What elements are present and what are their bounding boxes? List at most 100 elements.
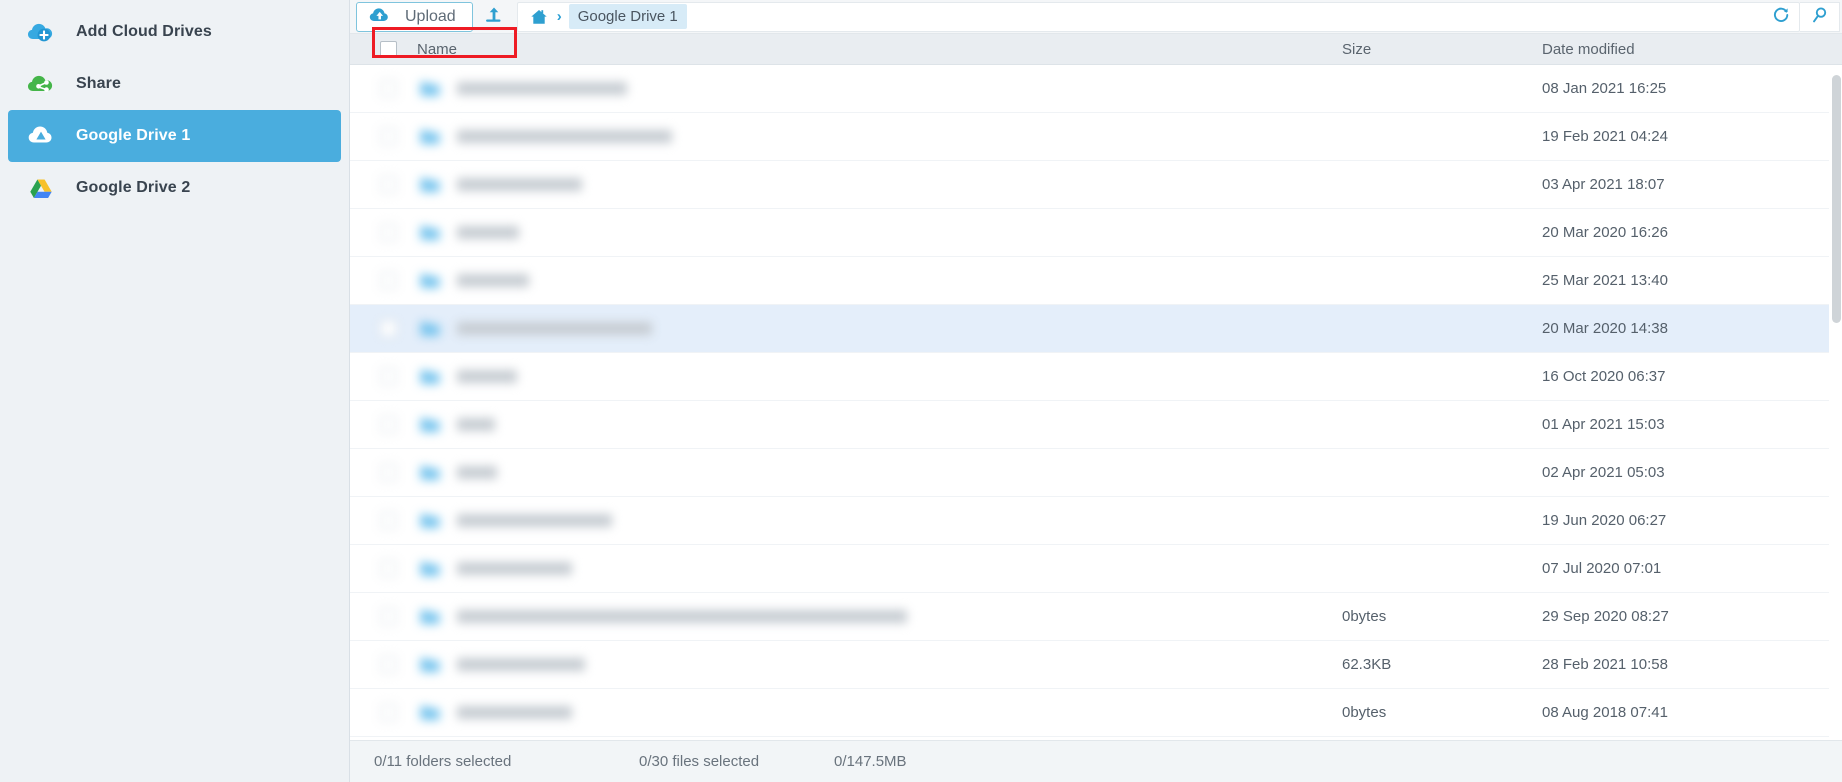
row-checkbox[interactable] xyxy=(380,320,397,337)
file-date-cell: 03 Apr 2021 18:07 xyxy=(1542,176,1665,193)
file-date-cell: 02 Apr 2021 05:03 xyxy=(1542,464,1665,481)
file-name-cell[interactable] xyxy=(350,220,1342,246)
folder-icon xyxy=(417,172,443,198)
column-header-size-label: Size xyxy=(1342,40,1372,58)
file-name-label xyxy=(457,418,495,431)
file-name-label xyxy=(457,658,585,671)
file-name-label xyxy=(457,178,582,191)
file-name-cell[interactable] xyxy=(350,700,1342,726)
cloud-file-manager-window: Add Cloud Drives Share Google Drive 1 Go… xyxy=(0,0,1842,782)
table-row[interactable]: 20 Mar 2020 14:38 xyxy=(350,305,1842,353)
row-checkbox[interactable] xyxy=(380,80,397,97)
file-name-cell[interactable] xyxy=(350,76,1342,102)
row-checkbox[interactable] xyxy=(380,656,397,673)
status-folders-selected: 0/11 folders selected xyxy=(374,753,512,770)
file-list-scrollbar[interactable] xyxy=(1829,65,1842,740)
status-files-selected: 0/30 files selected xyxy=(639,753,760,770)
file-date-cell: 07 Jul 2020 07:01 xyxy=(1542,560,1662,577)
table-row[interactable]: 0bytes 08 Aug 2018 07:41 xyxy=(350,689,1842,737)
table-row[interactable]: 19 Jun 2020 06:27 xyxy=(350,497,1842,545)
main-panel: Upload › Google Drive 1 Name Size Date m… xyxy=(350,0,1842,782)
column-header-name-label: Name xyxy=(417,40,458,58)
refresh-button[interactable] xyxy=(1763,3,1799,31)
file-size-cell: 0bytes xyxy=(1342,608,1387,625)
row-checkbox[interactable] xyxy=(380,128,397,145)
file-date-cell: 01 Apr 2021 15:03 xyxy=(1542,416,1665,433)
sidebar-item-google-drive-1[interactable]: Google Drive 1 xyxy=(8,110,341,162)
file-name-label xyxy=(457,562,572,575)
breadcrumb-bar: › Google Drive 1 xyxy=(516,1,1800,32)
table-row[interactable]: 08 Jan 2021 16:25 xyxy=(350,65,1842,113)
sidebar-item-share[interactable]: Share xyxy=(8,58,341,110)
table-row[interactable]: 19 Feb 2021 04:24 xyxy=(350,113,1842,161)
file-name-cell[interactable] xyxy=(350,556,1342,582)
folder-icon xyxy=(417,556,443,582)
row-checkbox[interactable] xyxy=(380,368,397,385)
breadcrumb-item-google-drive-1[interactable]: Google Drive 1 xyxy=(568,4,687,29)
file-name-cell[interactable] xyxy=(350,652,1342,678)
search-button[interactable] xyxy=(1800,1,1840,32)
file-date-cell: 08 Jan 2021 16:25 xyxy=(1542,80,1667,97)
row-checkbox[interactable] xyxy=(380,416,397,433)
file-date-cell: 19 Jun 2020 06:27 xyxy=(1542,512,1667,529)
select-all-checkbox[interactable] xyxy=(380,40,397,58)
home-icon[interactable] xyxy=(526,4,552,30)
column-header-date-modified[interactable]: Date modified xyxy=(1542,41,1842,58)
row-checkbox[interactable] xyxy=(380,512,397,529)
folder-icon xyxy=(417,268,443,294)
row-checkbox[interactable] xyxy=(380,560,397,577)
table-row[interactable]: 02 Apr 2021 05:03 xyxy=(350,449,1842,497)
refresh-icon xyxy=(1771,5,1791,29)
file-date-cell: 25 Mar 2021 13:40 xyxy=(1542,272,1668,289)
file-name-label xyxy=(457,82,627,95)
file-date-cell: 28 Feb 2021 10:58 xyxy=(1542,656,1668,673)
sidebar: Add Cloud Drives Share Google Drive 1 Go… xyxy=(0,0,350,782)
row-checkbox[interactable] xyxy=(380,464,397,481)
sidebar-item-label: Google Drive 2 xyxy=(76,179,191,196)
file-name-cell[interactable] xyxy=(350,268,1342,294)
row-checkbox[interactable] xyxy=(380,704,397,721)
scrollbar-thumb[interactable] xyxy=(1832,75,1841,323)
file-name-cell[interactable] xyxy=(350,508,1342,534)
file-date-cell: 19 Feb 2021 04:24 xyxy=(1542,128,1668,145)
file-date-cell: 20 Mar 2020 16:26 xyxy=(1542,224,1668,241)
folder-icon xyxy=(417,316,443,342)
file-date-cell: 08 Aug 2018 07:41 xyxy=(1542,704,1668,721)
table-row[interactable]: 0bytes 29 Sep 2020 08:27 xyxy=(350,593,1842,641)
folder-icon xyxy=(417,124,443,150)
table-row[interactable]: 20 Mar 2020 16:26 xyxy=(350,209,1842,257)
table-row[interactable]: 62.3KB 28 Feb 2021 10:58 xyxy=(350,641,1842,689)
column-header-size[interactable]: Size xyxy=(1342,41,1542,58)
sidebar-item-add-cloud-drives[interactable]: Add Cloud Drives xyxy=(8,6,341,58)
column-header-name[interactable]: Name xyxy=(350,40,1342,58)
file-name-cell[interactable] xyxy=(350,172,1342,198)
file-name-cell[interactable] xyxy=(350,412,1342,438)
google-drive-white-icon xyxy=(24,119,58,153)
table-row[interactable]: 07 Jul 2020 07:01 xyxy=(350,545,1842,593)
sidebar-item-google-drive-2[interactable]: Google Drive 2 xyxy=(8,162,341,214)
file-name-cell[interactable] xyxy=(350,604,1342,630)
cloud-upload-icon xyxy=(367,4,393,30)
upload-button[interactable]: Upload xyxy=(356,1,473,32)
table-row[interactable]: 01 Apr 2021 15:03 xyxy=(350,401,1842,449)
row-checkbox[interactable] xyxy=(380,224,397,241)
row-checkbox[interactable] xyxy=(380,608,397,625)
up-one-level-button[interactable] xyxy=(477,2,511,32)
file-name-cell[interactable] xyxy=(350,364,1342,390)
file-name-cell[interactable] xyxy=(350,124,1342,150)
file-name-cell[interactable] xyxy=(350,460,1342,486)
cloud-share-icon xyxy=(24,67,58,101)
file-name-label xyxy=(457,322,652,335)
folder-icon xyxy=(417,652,443,678)
row-checkbox[interactable] xyxy=(380,176,397,193)
file-date-cell: 20 Mar 2020 14:38 xyxy=(1542,320,1668,337)
table-row[interactable]: 16 Oct 2020 06:37 xyxy=(350,353,1842,401)
table-row[interactable]: 03 Apr 2021 18:07 xyxy=(350,161,1842,209)
row-checkbox[interactable] xyxy=(380,272,397,289)
table-row[interactable]: 25 Mar 2021 13:40 xyxy=(350,257,1842,305)
file-name-cell[interactable] xyxy=(350,316,1342,342)
file-name-label xyxy=(457,706,572,719)
file-list[interactable]: 08 Jan 2021 16:25 19 Feb 2021 04:24 03 Apr… xyxy=(350,65,1842,740)
cloud-plus-icon xyxy=(24,15,58,49)
folder-icon xyxy=(417,220,443,246)
